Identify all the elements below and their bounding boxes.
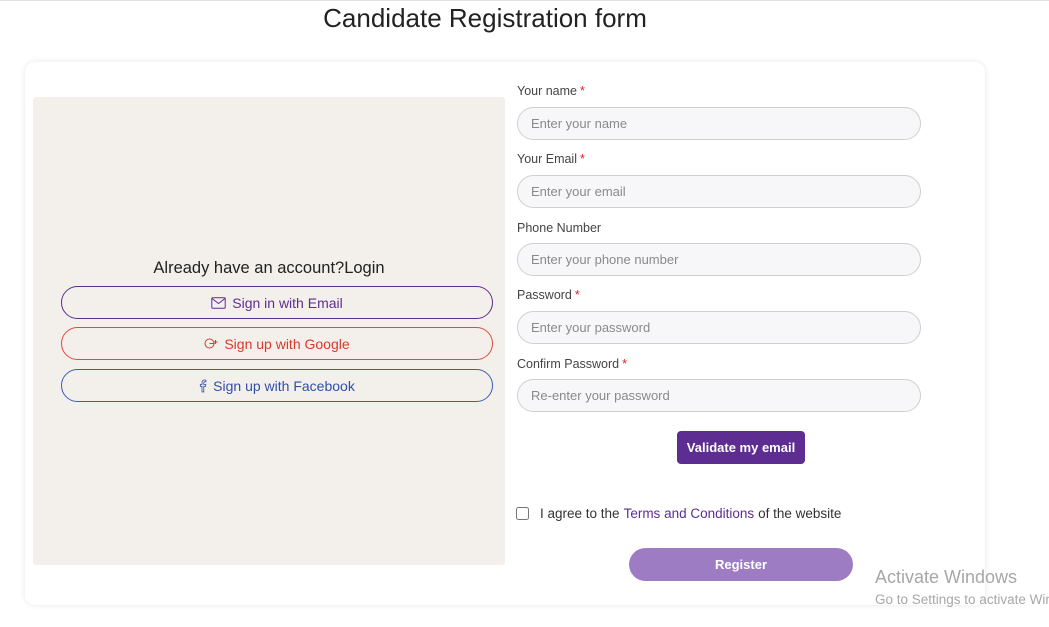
required-mark: *: [580, 84, 585, 98]
login-panel: Already have an account?Login Sign in wi…: [33, 97, 505, 565]
register-button[interactable]: Register: [629, 548, 853, 581]
sign-in-email-button[interactable]: Sign in with Email: [61, 286, 493, 319]
terms-suffix: of the website: [758, 506, 842, 521]
sign-up-facebook-button[interactable]: Sign up with Facebook: [61, 369, 493, 402]
email-label: Your Email *: [517, 152, 585, 166]
phone-label: Phone Number: [517, 221, 601, 235]
name-label: Your name *: [517, 84, 585, 98]
terms-checkbox[interactable]: [516, 507, 529, 520]
name-input[interactable]: [517, 107, 921, 140]
sign-up-google-button[interactable]: Sign up with Google: [61, 327, 493, 360]
required-mark: *: [580, 152, 585, 166]
terms-agreement: I agree to the Terms and Conditions of t…: [516, 506, 841, 521]
password-label-text: Password: [517, 288, 572, 302]
terms-link[interactable]: Terms and Conditions: [624, 506, 755, 521]
sign-up-google-label: Sign up with Google: [224, 335, 350, 352]
login-prompt[interactable]: Already have an account?Login: [33, 259, 505, 278]
activate-windows-subtitle: Go to Settings to activate Windows.: [875, 592, 1049, 607]
confirm-password-input[interactable]: [517, 379, 921, 412]
phone-label-text: Phone Number: [517, 221, 602, 235]
validate-email-button[interactable]: Validate my email: [677, 431, 805, 464]
terms-prefix: I agree to the: [540, 506, 620, 521]
email-input[interactable]: [517, 175, 921, 208]
required-mark: *: [622, 357, 627, 371]
phone-input[interactable]: [517, 243, 921, 276]
page-title: Candidate Registration form: [323, 3, 647, 33]
facebook-icon: [199, 379, 207, 393]
password-label: Password *: [517, 288, 580, 302]
email-label-text: Your Email: [517, 152, 577, 166]
required-mark: *: [574, 288, 580, 302]
sign-up-facebook-label: Sign up with Facebook: [213, 377, 355, 394]
name-label-text: Your name: [517, 84, 577, 98]
google-plus-icon: [204, 337, 218, 350]
confirm-password-label: Confirm Password *: [517, 357, 627, 371]
password-input[interactable]: [517, 311, 921, 344]
envelope-icon: [211, 296, 226, 309]
sign-in-email-label: Sign in with Email: [232, 294, 343, 311]
activate-windows-title: Activate Windows: [875, 567, 1018, 587]
confirm-password-label-text: Confirm Password: [517, 357, 620, 371]
